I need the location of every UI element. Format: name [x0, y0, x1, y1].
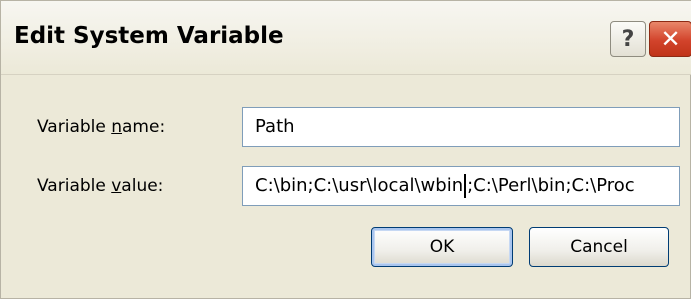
close-icon: ✕ — [660, 25, 681, 53]
close-button[interactable]: ✕ — [649, 21, 691, 57]
help-button[interactable]: ? — [610, 21, 646, 57]
variable-name-label-text: Variable — [37, 117, 112, 137]
ok-button-label: OK — [429, 237, 455, 257]
text-caret — [464, 174, 467, 198]
variable-value-label: Variable value: — [37, 176, 163, 196]
variable-value-input[interactable]: C:\bin;C:\usr\local\wbin ;C:\Perl\bin;C:\… — [242, 166, 680, 206]
edit-system-variable-dialog: Edit System Variable ? ✕ Variable name: … — [0, 0, 691, 299]
variable-value-label-accelerator: v — [111, 176, 122, 196]
cancel-button-label: Cancel — [570, 237, 628, 257]
help-icon: ? — [621, 26, 635, 52]
window-title: Edit System Variable — [14, 23, 284, 49]
variable-name-input-text: Path — [255, 116, 295, 137]
variable-value-text-before-caret: C:\bin;C:\usr\local\wbin — [255, 175, 464, 196]
variable-name-label-text-end: ame: — [122, 117, 166, 137]
cancel-button[interactable]: Cancel — [529, 227, 669, 267]
variable-name-label: Variable name: — [37, 117, 165, 137]
variable-value-label-text: Variable — [37, 176, 112, 196]
variable-name-input[interactable]: Path — [242, 107, 680, 147]
title-bar[interactable]: Edit System Variable ? ✕ — [1, 1, 691, 75]
variable-value-label-text-end: alue: — [121, 176, 164, 196]
ok-button[interactable]: OK — [371, 227, 513, 267]
variable-name-label-accelerator: n — [111, 117, 123, 137]
variable-value-text-after-caret: ;C:\Perl\bin;C:\Proc — [467, 175, 635, 196]
